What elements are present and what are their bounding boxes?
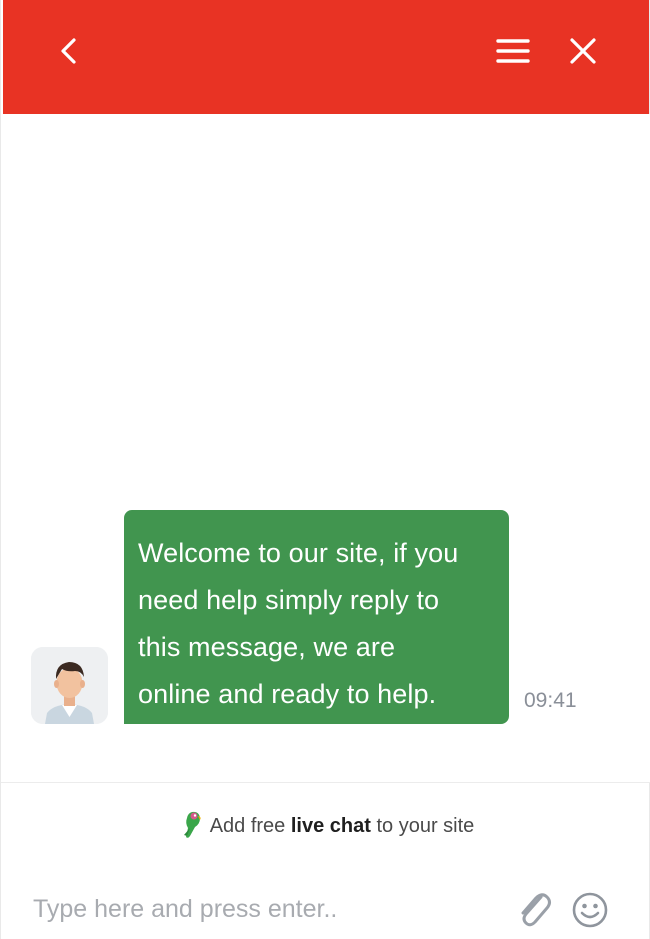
promo-prefix: Add free [209, 815, 291, 837]
footer-divider [1, 782, 650, 783]
agent-message-bubble: Welcome to our site, if you need help si… [124, 510, 509, 724]
close-icon [570, 38, 596, 64]
close-button[interactable] [558, 26, 608, 76]
emoji-button[interactable] [571, 891, 609, 929]
message-line: online and ready to help. [138, 679, 437, 709]
chat-header [3, 0, 649, 114]
smiley-icon [572, 892, 608, 928]
promo-suffix: to your site [370, 815, 475, 837]
message-line: need help simply reply to [138, 585, 440, 615]
promo-link[interactable]: Add free live chat to your site [1, 808, 650, 840]
agent-avatar [31, 647, 108, 724]
message-timestamp: 09:41 [524, 689, 577, 712]
chevron-left-icon [61, 38, 76, 64]
chat-widget: Welcome to our site, if you need help si… [0, 0, 650, 939]
back-button[interactable] [43, 26, 93, 76]
message-input[interactable] [33, 886, 493, 932]
paperclip-icon [521, 893, 551, 927]
person-avatar-icon [31, 647, 108, 724]
hamburger-menu-icon [496, 39, 530, 63]
attach-file-button[interactable] [514, 888, 554, 932]
message-line: this message, we are [138, 632, 396, 662]
menu-button[interactable] [488, 26, 538, 76]
message-line: Welcome to our site, if you [138, 538, 459, 568]
parrot-logo-icon [178, 808, 206, 840]
promo-bold-text: live chat [290, 815, 371, 837]
